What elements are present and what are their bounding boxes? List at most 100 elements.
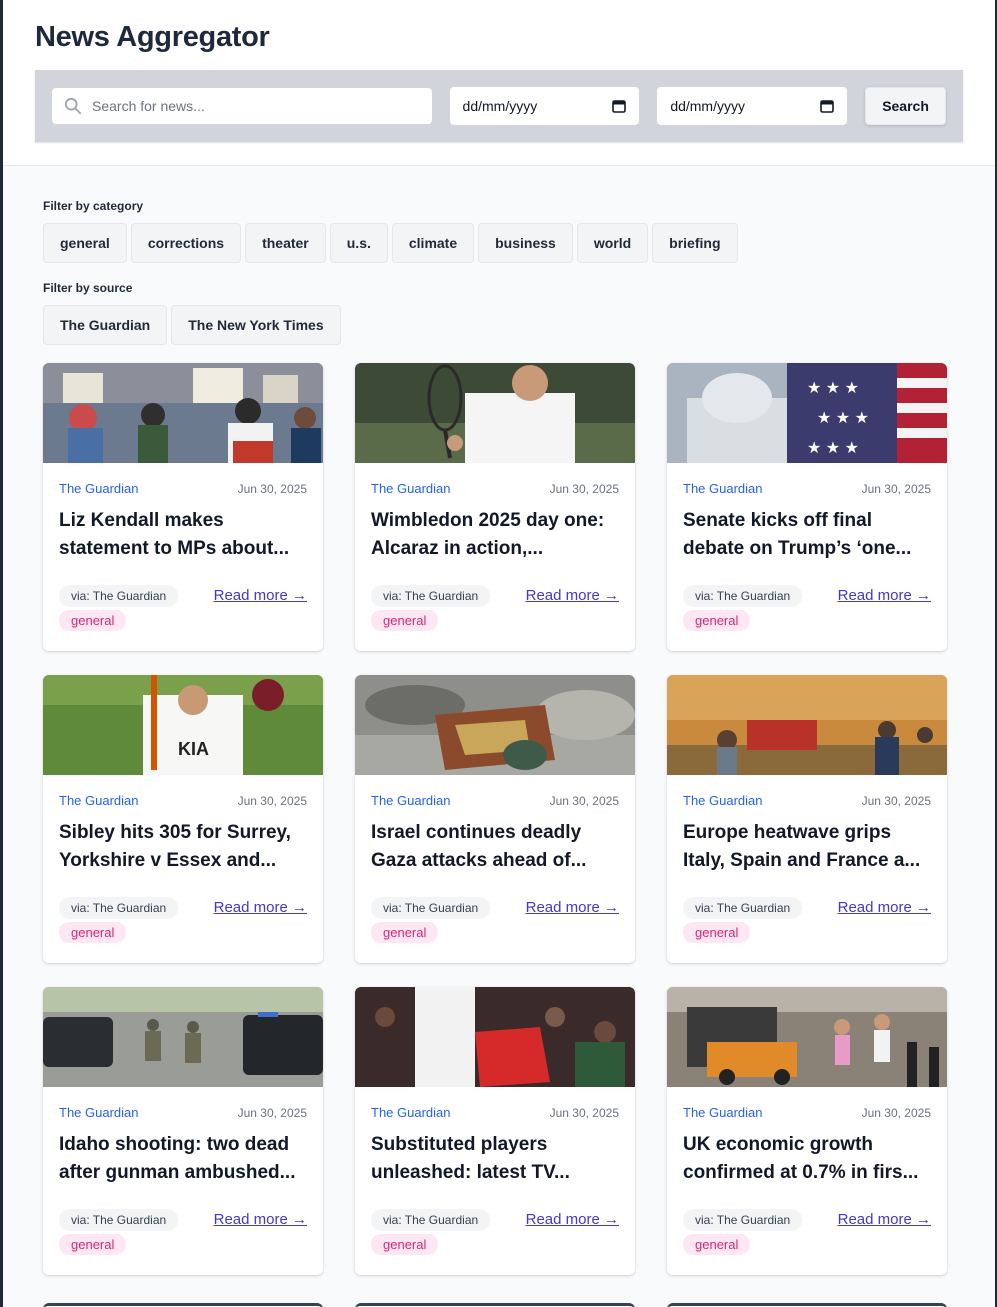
category-chip-us[interactable]: u.s. [329,223,388,263]
article-source[interactable]: The Guardian [683,793,763,808]
article-source[interactable]: The Guardian [371,481,451,496]
category-badge: general [59,610,127,631]
category-chip-corrections[interactable]: corrections [130,223,242,263]
svg-text:★ ★ ★: ★ ★ ★ [807,380,859,397]
article-source[interactable]: The Guardian [371,1105,451,1120]
category-chip-general[interactable]: general [43,223,127,263]
main-content: Filter by category general corrections t… [3,166,995,1275]
article-title[interactable]: Idaho shooting: two dead after gunman am… [59,1131,307,1187]
search-icon [64,97,82,115]
article-card: ★ ★ ★ ★ ★ ★ ★ ★ ★ The Guardian Jun 30, 2… [667,363,947,651]
via-badge: via: The Guardian [371,1209,491,1231]
read-more-link[interactable]: Read more → [526,899,619,916]
via-badge: via: The Guardian [371,585,491,607]
search-input[interactable] [92,98,412,114]
category-badge: general [683,1234,751,1255]
via-badge: via: The Guardian [59,897,179,919]
article-source[interactable]: The Guardian [683,1105,763,1120]
from-date-placeholder: dd/mm/yyyy [462,98,538,114]
read-more-link[interactable]: Read more → [214,587,307,604]
category-chip-world[interactable]: world [576,223,649,263]
article-title[interactable]: Senate kicks off final debate on Trump’s… [683,507,931,563]
article-date: Jun 30, 2025 [861,793,931,808]
article-card: The Guardian Jun 30, 2025 Liz Kendall ma… [43,363,323,651]
search-box[interactable] [52,88,432,124]
read-more-link[interactable]: Read more → [526,587,619,604]
article-title[interactable]: Wimbledon 2025 day one: Alcaraz in actio… [371,507,619,563]
article-date: Jun 30, 2025 [237,793,307,808]
via-badge: via: The Guardian [371,897,491,919]
svg-text:★ ★ ★: ★ ★ ★ [807,440,859,457]
category-chip-business[interactable]: business [478,223,573,263]
article-image[interactable]: KIA [43,675,323,775]
source-chip-the-new-york-times[interactable]: The New York Times [171,305,341,345]
article-title[interactable]: UK economic growth confirmed at 0.7% in … [683,1131,931,1187]
via-badge: via: The Guardian [683,1209,803,1231]
article-date: Jun 30, 2025 [549,481,619,496]
from-date-input[interactable]: dd/mm/yyyy [449,87,640,125]
article-title[interactable]: Liz Kendall makes statement to MPs about… [59,507,307,563]
article-card: KIA The Guardian Jun 30, 2025 Sibley hit… [43,675,323,963]
article-title[interactable]: Substituted players unleashed: latest TV… [371,1131,619,1187]
article-date: Jun 30, 2025 [861,481,931,496]
category-badge: general [683,610,751,631]
source-filter-list: The Guardian The New York Times [43,305,955,345]
category-filter-label: Filter by category [43,199,144,213]
article-image[interactable]: ★ ★ ★ ★ ★ ★ ★ ★ ★ [667,363,947,463]
article-date: Jun 30, 2025 [549,1105,619,1120]
category-filter-list: general corrections theater u.s. climate… [43,223,955,263]
read-more-link[interactable]: Read more → [526,1211,619,1228]
article-image[interactable] [667,987,947,1087]
article-card: The Guardian Jun 30, 2025 UK economic gr… [667,987,947,1275]
article-source[interactable]: The Guardian [683,481,763,496]
source-filter-label: Filter by source [43,281,133,295]
article-image[interactable] [43,987,323,1087]
read-more-link[interactable]: Read more → [214,899,307,916]
svg-text:★ ★ ★: ★ ★ ★ [817,410,869,427]
article-title[interactable]: Europe heatwave grips Italy, Spain and F… [683,819,931,875]
source-chip-the-guardian[interactable]: The Guardian [43,305,168,345]
article-source[interactable]: The Guardian [371,793,451,808]
search-button[interactable]: Search [865,87,946,125]
calendar-icon[interactable] [612,99,627,113]
category-chip-theater[interactable]: theater [245,223,326,263]
category-chip-briefing[interactable]: briefing [652,223,738,263]
next-article-card-peek [667,1303,947,1307]
to-date-placeholder: dd/mm/yyyy [670,98,745,114]
category-badge: general [59,1234,127,1255]
article-image[interactable] [667,675,947,775]
article-title[interactable]: Israel continues deadly Gaza attacks ahe… [371,819,619,875]
article-date: Jun 30, 2025 [237,1105,307,1120]
article-image[interactable] [355,987,635,1087]
read-more-link[interactable]: Read more → [214,1211,307,1228]
category-badge: general [371,1234,439,1255]
via-badge: via: The Guardian [59,1209,179,1231]
article-date: Jun 30, 2025 [237,481,307,496]
article-grid: The Guardian Jun 30, 2025 Liz Kendall ma… [43,363,955,1275]
article-card: The Guardian Jun 30, 2025 Substituted pl… [355,987,635,1275]
article-source[interactable]: The Guardian [59,481,139,496]
article-source[interactable]: The Guardian [59,1105,139,1120]
to-date-input[interactable]: dd/mm/yyyy [657,87,848,125]
article-image[interactable] [43,363,323,463]
category-badge: general [371,610,439,631]
article-card: The Guardian Jun 30, 2025 Europe heatwav… [667,675,947,963]
next-article-card-peek [355,1303,635,1307]
next-article-card-peek [43,1303,323,1307]
article-date: Jun 30, 2025 [549,793,619,808]
article-title[interactable]: Sibley hits 305 for Surrey, Yorkshire v … [59,819,307,875]
calendar-icon[interactable] [820,99,834,113]
svg-text:KIA: KIA [178,739,209,759]
article-source[interactable]: The Guardian [59,793,139,808]
via-badge: via: The Guardian [683,897,803,919]
via-badge: via: The Guardian [59,585,179,607]
read-more-link[interactable]: Read more → [838,587,931,604]
article-image[interactable] [355,363,635,463]
category-badge: general [59,922,127,943]
article-date: Jun 30, 2025 [861,1105,931,1120]
read-more-link[interactable]: Read more → [838,1211,931,1228]
category-chip-climate[interactable]: climate [391,223,475,263]
article-image[interactable] [355,675,635,775]
search-panel: dd/mm/yyyy dd/mm/yyyy Search [35,70,963,142]
read-more-link[interactable]: Read more → [838,899,931,916]
